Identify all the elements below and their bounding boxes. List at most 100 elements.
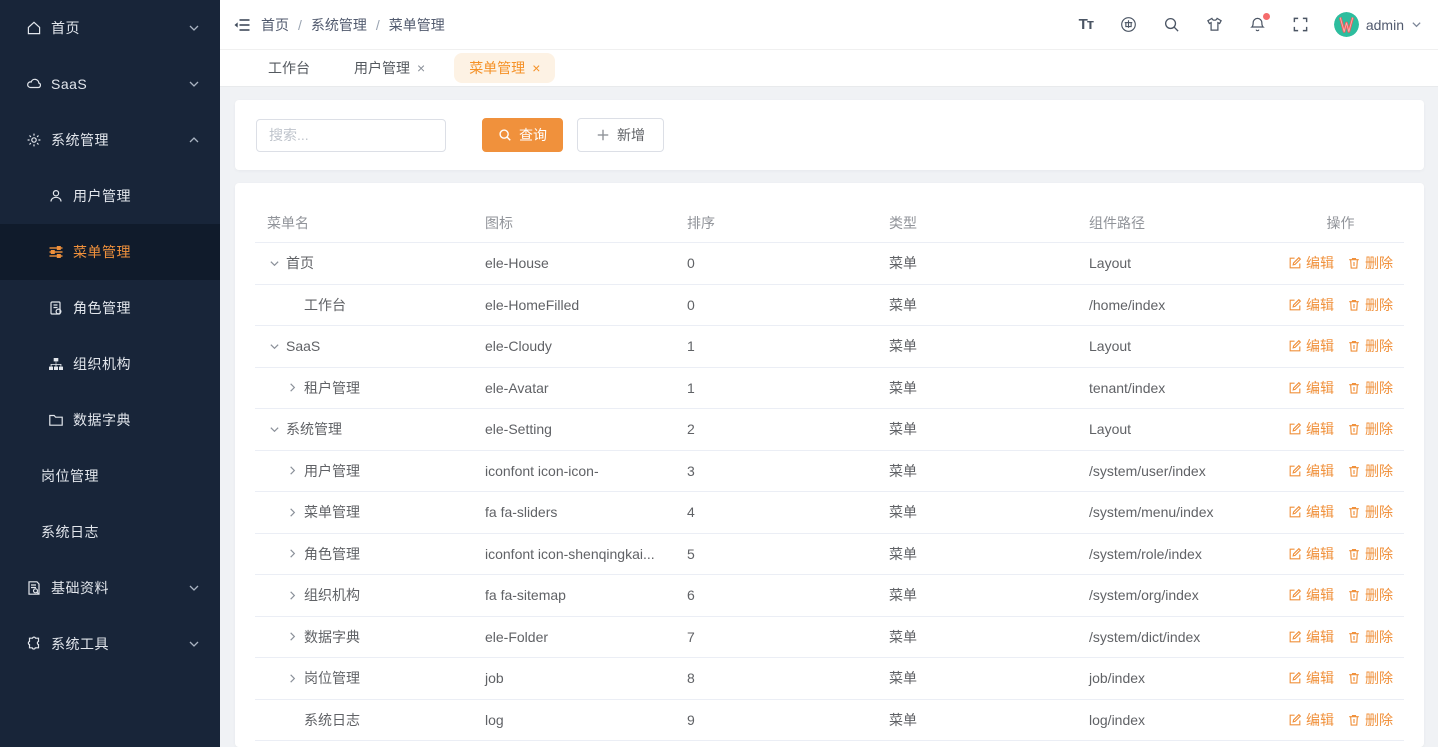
- cell-path: /system/user/index: [1089, 462, 1206, 479]
- col-icon: 图标: [485, 214, 513, 231]
- edit-row-button[interactable]: 编辑: [1288, 378, 1334, 398]
- edit-icon: [1288, 671, 1302, 685]
- edit-icon: [1288, 464, 1302, 478]
- tab-2[interactable]: 用户管理 ×: [339, 53, 440, 83]
- edit-row-button[interactable]: 编辑: [1288, 253, 1334, 273]
- table-body: 首页 ele-House 0 菜单 Layout 编辑 删除 工作台 ele-HomeFille…: [255, 243, 1404, 741]
- fullscreen-icon[interactable]: [1291, 15, 1311, 35]
- theme-layout-icon[interactable]: [1205, 15, 1225, 35]
- tree-expand-down-icon[interactable]: [267, 256, 281, 270]
- tree-expand-right-icon[interactable]: [285, 547, 299, 561]
- cell-path: log/index: [1089, 711, 1146, 728]
- menu-name-cell: 租户管理: [255, 378, 473, 398]
- delete-row-button[interactable]: 删除: [1347, 544, 1393, 564]
- tree-expand-right-icon[interactable]: [285, 630, 299, 644]
- cell-sort: 3: [687, 462, 695, 479]
- edit-row-button[interactable]: 编辑: [1288, 668, 1334, 688]
- delete-label: 删除: [1365, 670, 1393, 687]
- edit-row-button[interactable]: 编辑: [1288, 295, 1334, 315]
- sidebar-item-label: 系统工具: [51, 636, 109, 652]
- font-size-icon[interactable]: Tᴛ: [1076, 15, 1096, 35]
- delete-row-button[interactable]: 删除: [1347, 502, 1393, 522]
- search-input[interactable]: [256, 118, 446, 152]
- menu-name: 租户管理: [304, 379, 360, 396]
- sidebar-item-label: 菜单管理: [73, 244, 131, 260]
- sidebar-item-6[interactable]: 角色管理: [0, 280, 220, 336]
- breadcrumb-item[interactable]: 菜单管理: [389, 15, 445, 35]
- sidebar-item-12[interactable]: 系统工具: [0, 616, 220, 672]
- tree-expand-right-icon[interactable]: [285, 588, 299, 602]
- delete-row-button[interactable]: 删除: [1347, 295, 1393, 315]
- table-row: 首页 ele-House 0 菜单 Layout 编辑 删除: [255, 243, 1404, 285]
- sidebar-item-7[interactable]: 组织机构: [0, 336, 220, 392]
- sidebar-item-5[interactable]: 菜单管理: [0, 224, 220, 280]
- query-button[interactable]: 查询: [482, 118, 563, 152]
- delete-row-button[interactable]: 删除: [1347, 627, 1393, 647]
- notification-bell-icon[interactable]: [1248, 12, 1270, 35]
- language-icon[interactable]: [1119, 15, 1139, 35]
- chevron-down-icon: [188, 582, 200, 594]
- cell-sort: 0: [687, 255, 695, 272]
- menu-name: 菜单管理: [304, 504, 360, 521]
- user-menu[interactable]: admin: [1333, 12, 1422, 37]
- tab-3[interactable]: 菜单管理 ×: [454, 53, 556, 83]
- delete-icon: [1347, 422, 1361, 436]
- sidebar-item-label: 系统管理: [51, 132, 109, 148]
- add-button[interactable]: 新增: [577, 118, 664, 152]
- sidebar-item-1[interactable]: 首页: [0, 0, 220, 56]
- menu-name: 用户管理: [304, 462, 360, 479]
- delete-row-button[interactable]: 删除: [1347, 668, 1393, 688]
- folder-icon: [48, 412, 64, 428]
- tree-expand-right-icon[interactable]: [285, 505, 299, 519]
- edit-row-button[interactable]: 编辑: [1288, 419, 1334, 439]
- sidebar-item-9[interactable]: 岗位管理: [0, 448, 220, 504]
- delete-label: 删除: [1365, 255, 1393, 272]
- menu-name-cell: 系统管理: [255, 419, 473, 439]
- delete-row-button[interactable]: 删除: [1347, 461, 1393, 481]
- edit-row-button[interactable]: 编辑: [1288, 502, 1334, 522]
- collapse-menu-icon[interactable]: [233, 16, 251, 34]
- delete-row-button[interactable]: 删除: [1347, 419, 1393, 439]
- edit-row-button[interactable]: 编辑: [1288, 710, 1334, 730]
- tab-close-icon[interactable]: ×: [532, 61, 540, 75]
- edit-label: 编辑: [1306, 628, 1334, 645]
- delete-label: 删除: [1365, 296, 1393, 313]
- cell-sort: 4: [687, 504, 695, 521]
- delete-icon: [1347, 547, 1361, 561]
- sidebar-item-11[interactable]: 基础资料: [0, 560, 220, 616]
- sidebar-item-2[interactable]: SaaS: [0, 56, 220, 112]
- tree-expand-right-icon[interactable]: [285, 464, 299, 478]
- breadcrumb-item[interactable]: 首页: [261, 15, 289, 35]
- cell-sort: 5: [687, 545, 695, 562]
- delete-row-button[interactable]: 删除: [1347, 585, 1393, 605]
- tree-expand-right-icon[interactable]: [285, 671, 299, 685]
- tree-expand-down-icon[interactable]: [267, 339, 281, 353]
- delete-row-button[interactable]: 删除: [1347, 336, 1393, 356]
- sidebar-item-label: 数据字典: [73, 412, 131, 428]
- gear-icon: [26, 132, 42, 148]
- tree-expand-right-icon[interactable]: [285, 381, 299, 395]
- sidebar-item-4[interactable]: 用户管理: [0, 168, 220, 224]
- breadcrumb-item[interactable]: 系统管理: [311, 15, 367, 35]
- tab-1[interactable]: 工作台: [253, 53, 325, 83]
- delete-row-button[interactable]: 删除: [1347, 378, 1393, 398]
- edit-row-button[interactable]: 编辑: [1288, 336, 1334, 356]
- edit-row-button[interactable]: 编辑: [1288, 585, 1334, 605]
- menu-name-cell: 工作台: [255, 295, 473, 315]
- tab-close-icon[interactable]: ×: [417, 61, 425, 75]
- delete-row-button[interactable]: 删除: [1347, 253, 1393, 273]
- edit-label: 编辑: [1306, 421, 1334, 438]
- sidebar-item-3[interactable]: 系统管理: [0, 112, 220, 168]
- delete-row-button[interactable]: 删除: [1347, 710, 1393, 730]
- edit-row-button[interactable]: 编辑: [1288, 461, 1334, 481]
- sidebar-item-8[interactable]: 数据字典: [0, 392, 220, 448]
- sidebar-item-10[interactable]: 系统日志: [0, 504, 220, 560]
- edit-row-button[interactable]: 编辑: [1288, 544, 1334, 564]
- edit-label: 编辑: [1306, 711, 1334, 728]
- tree-expand-down-icon[interactable]: [267, 422, 281, 436]
- table-header: 菜单名 图标 排序 类型 组件路径 操作: [255, 203, 1404, 243]
- edit-row-button[interactable]: 编辑: [1288, 627, 1334, 647]
- search-icon[interactable]: [1162, 15, 1182, 35]
- cell-path: Layout: [1089, 421, 1132, 438]
- cell-type: 菜单: [889, 421, 917, 438]
